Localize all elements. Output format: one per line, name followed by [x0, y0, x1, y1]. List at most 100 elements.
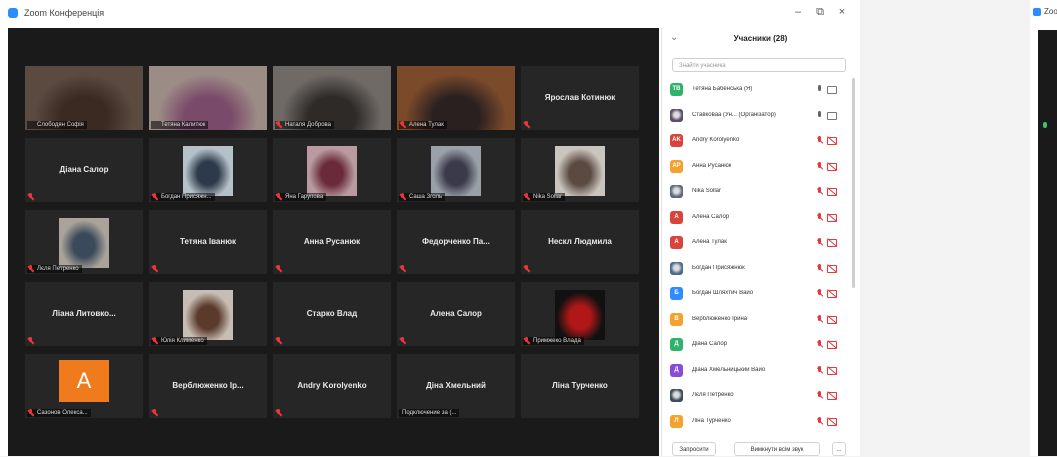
muted-mic-icon[interactable] — [817, 161, 823, 171]
muted-mic-icon — [152, 193, 157, 200]
window-title: Zoom Конференція — [24, 8, 105, 18]
participant-photo — [307, 146, 357, 196]
participant-tile[interactable]: Федорченко Па... — [397, 210, 515, 274]
participant-row[interactable]: ТВ Тетяна Бабенська (Я) — [662, 78, 850, 104]
participant-tile[interactable]: Ліана Литовко... — [25, 282, 143, 346]
participant-name: Ярослав Котинюк — [544, 93, 616, 102]
participant-tile[interactable]: Юлія Клименко — [149, 282, 267, 346]
participant-tile[interactable]: Ярослав Котинюк — [521, 66, 639, 130]
participant-caption: Примжеко Влада — [523, 337, 584, 345]
participant-row[interactable]: AK Andry Korolyenko — [662, 129, 850, 155]
participant-tile[interactable]: Богдан Присяжн... — [149, 138, 267, 202]
camera-off-icon[interactable] — [827, 417, 837, 426]
participant-tile[interactable]: Тетяна Калитюк — [149, 66, 267, 130]
participant-row[interactable]: Б Богдан Шляхтич Вайо — [662, 282, 850, 308]
muted-mic-icon[interactable] — [817, 187, 823, 196]
participant-tile[interactable]: Nika Sollar — [521, 138, 639, 202]
muted-mic-icon[interactable] — [817, 136, 823, 145]
participant-tile[interactable]: Діна Хмельний Подключение за (... — [397, 354, 515, 418]
camera-off-icon[interactable] — [827, 264, 837, 273]
more-options-button[interactable]: ... — [832, 442, 846, 456]
muted-mic-icon — [400, 265, 405, 272]
muted-mic-icon — [152, 265, 157, 272]
participant-caption: Яна Гарупова — [275, 193, 327, 201]
participant-name: Andry Korolyenko — [297, 381, 367, 390]
participant-tile[interactable]: Яна Гарупова — [273, 138, 391, 202]
participant-row[interactable]: Nika Sollar — [662, 180, 850, 206]
second-zoom-window: Zoo — [1030, 0, 1057, 456]
camera-off-icon[interactable] — [827, 290, 837, 298]
participant-tile[interactable]: Алена Тулак — [397, 66, 515, 130]
participant-tile[interactable]: Тетяна Іванюк — [149, 210, 267, 274]
muted-mic-icon — [276, 121, 281, 128]
participant-avatar: Л — [670, 414, 683, 428]
close-button[interactable]: × — [834, 6, 850, 18]
participant-tile[interactable]: Ліна Турченко — [521, 354, 639, 418]
camera-off-icon[interactable] — [827, 162, 837, 171]
camera-off-icon[interactable] — [827, 392, 837, 400]
muted-mic-icon[interactable] — [817, 416, 823, 426]
participant-tile[interactable]: A Сазонов Олекса... — [25, 354, 143, 418]
participant-avatar — [670, 108, 683, 122]
muted-mic-icon[interactable] — [817, 391, 823, 400]
participant-tile[interactable]: Наталя Доброва — [273, 66, 391, 130]
second-window-title: Zoo — [1044, 7, 1057, 16]
participant-tile[interactable]: Діана Салор — [25, 138, 143, 202]
participant-search-input[interactable]: Знайти учасника — [672, 58, 846, 72]
participant-row[interactable]: Богдан Присяжнюк — [662, 257, 850, 283]
camera-icon[interactable] — [827, 86, 837, 94]
muted-mic-icon[interactable] — [817, 289, 823, 298]
muted-mic-icon[interactable] — [817, 365, 823, 375]
participant-tile[interactable]: Анна Русанюк — [273, 210, 391, 274]
participant-row[interactable]: Лєля Петренко — [662, 384, 850, 410]
participant-row[interactable]: А Алена Салор — [662, 206, 850, 232]
camera-off-icon[interactable] — [827, 188, 837, 196]
muted-mic-icon — [28, 337, 33, 344]
maximize-button[interactable]: ⧉ — [812, 6, 828, 19]
muted-mic-icon[interactable] — [817, 340, 823, 349]
muted-mic-icon[interactable] — [817, 263, 823, 273]
mute-all-button[interactable]: Вимкнути всім звук — [734, 442, 820, 456]
participant-row[interactable]: Ставковаа (Ун... (Організатор) — [662, 104, 850, 130]
participant-row[interactable]: Д Діана Салор — [662, 333, 850, 359]
participant-row[interactable]: В Верблюженко Ірина — [662, 308, 850, 334]
camera-off-icon[interactable] — [827, 366, 837, 375]
camera-icon[interactable] — [827, 111, 837, 120]
muted-mic-icon[interactable] — [817, 212, 823, 222]
participant-tile[interactable]: Нескл Людмила — [521, 210, 639, 274]
invite-button[interactable]: Запросити — [672, 442, 716, 456]
participant-tile[interactable]: Саша Зголь — [397, 138, 515, 202]
muted-mic-icon — [524, 337, 529, 344]
participant-caption: Тетяна Калитюк — [151, 121, 209, 129]
mic-icon[interactable] — [817, 85, 823, 94]
participant-name: Богдан Шляхтич Вайо — [692, 290, 754, 296]
minimize-button[interactable]: – — [790, 6, 806, 18]
camera-off-icon[interactable] — [827, 213, 837, 222]
participant-tile[interactable]: Алена Салор — [397, 282, 515, 346]
participant-row[interactable]: Л Ліна Турченко — [662, 410, 850, 436]
muted-mic-icon — [276, 337, 281, 344]
participant-tile[interactable]: Старко Влад — [273, 282, 391, 346]
participant-caption: Саша Зголь — [399, 193, 446, 201]
participant-tile[interactable]: Andry Korolyenko — [273, 354, 391, 418]
participant-tile[interactable]: Слободян Софія — [25, 66, 143, 130]
participant-tile[interactable]: Лєля Петренко — [25, 210, 143, 274]
participant-avatar: Д — [670, 338, 683, 351]
camera-off-icon[interactable] — [827, 341, 837, 349]
camera-off-icon[interactable] — [827, 239, 837, 247]
participant-row[interactable]: АР Анна Русанюк — [662, 155, 850, 181]
participant-row[interactable]: Д Діана Хмельницький Вайо — [662, 359, 850, 385]
muted-mic-icon — [524, 265, 529, 272]
participant-tile[interactable]: Примжеко Влада — [521, 282, 639, 346]
second-window-stage — [1038, 30, 1057, 456]
participant-row[interactable]: А Алена Тулак — [662, 231, 850, 257]
participant-list-scrollbar[interactable] — [852, 78, 855, 288]
muted-mic-icon[interactable] — [817, 238, 823, 247]
participant-photo — [555, 146, 605, 196]
muted-mic-icon[interactable] — [817, 314, 823, 324]
camera-off-icon[interactable] — [827, 315, 837, 324]
participant-name: Анна Русанюк — [303, 237, 361, 246]
participant-tile[interactable]: Верблюженко Ір... — [149, 354, 267, 418]
camera-off-icon[interactable] — [827, 137, 837, 145]
mic-icon[interactable] — [817, 110, 823, 120]
